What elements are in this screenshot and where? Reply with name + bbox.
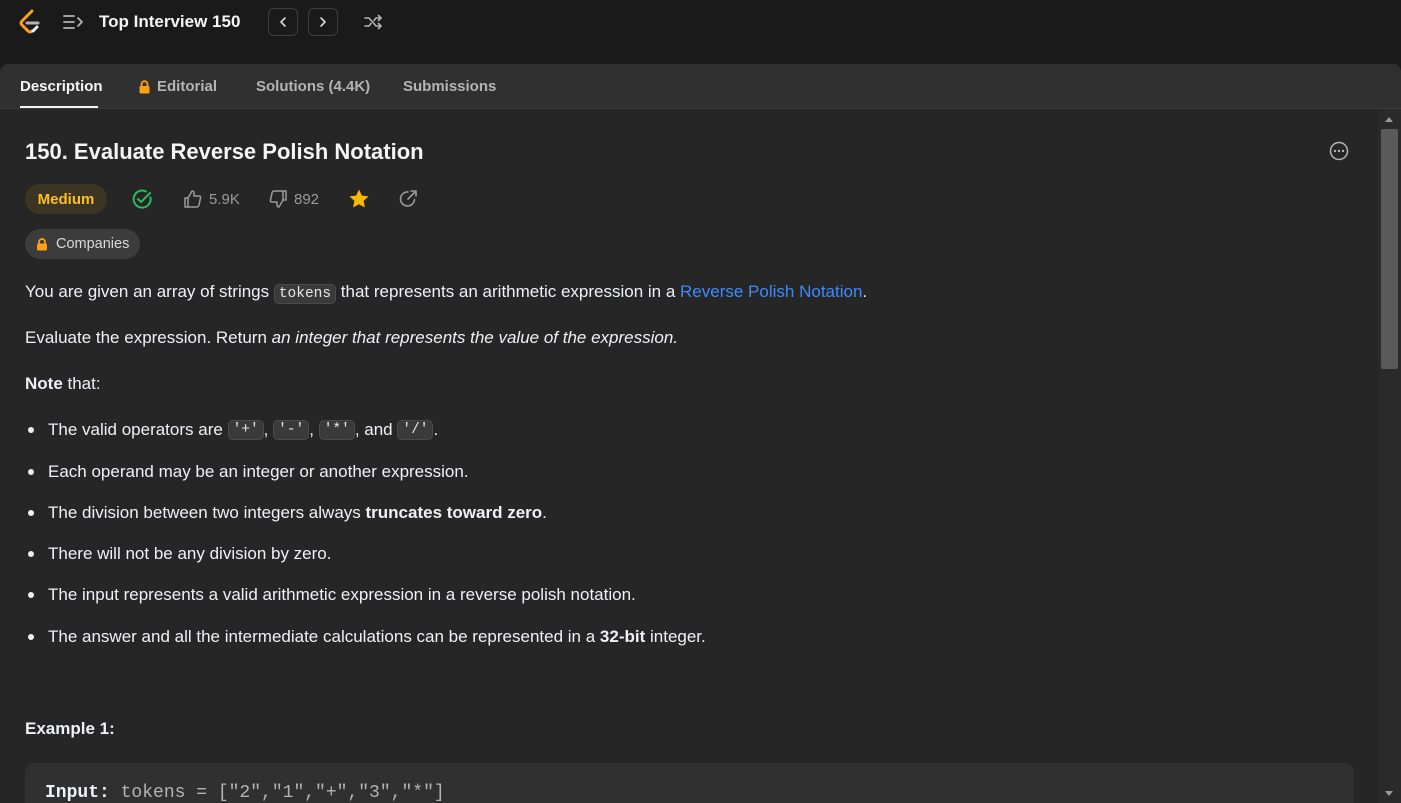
inline-code: '+' [227,420,264,440]
tab-label: Submissions [403,78,497,95]
companies-button[interactable]: Companies [25,229,141,259]
text: that: [62,374,101,393]
text: , and [354,420,393,439]
problem-title[interactable]: 150. Evaluate Reverse Polish Notation [25,139,424,165]
text: There will not be any division by zero. [48,544,332,563]
inline-code: '*' [318,420,355,440]
prev-problem-button[interactable] [268,8,298,36]
description-panel: Description Editorial Solutions (4.4K) S… [0,64,1401,803]
list-item: The input represents a valid arithmetic … [25,585,636,605]
like-button[interactable]: 5.9K [183,187,240,211]
description-paragraph-2: Evaluate the expression. Return an integ… [25,328,678,348]
difficulty-badge: Medium [25,184,107,214]
text: that represents an arithmetic expression… [336,282,681,301]
problem-list-title[interactable]: Top Interview 150 [99,12,240,32]
text: Evaluate the expression. Return [25,328,272,347]
text: The answer and all the intermediate calc… [48,627,596,646]
share-button[interactable] [398,187,418,211]
list-item: Each operand may be an integer or anothe… [25,462,469,482]
inline-code: '/' [397,420,434,440]
italic-text: an integer that represents the value of … [271,328,679,347]
text: The input represents a valid arithmetic … [48,585,636,604]
rpn-link[interactable]: Reverse Polish Notation [680,282,862,301]
lock-icon [139,79,150,93]
share-icon [399,190,417,207]
tab-submissions[interactable]: Submissions [403,78,496,95]
note-paragraph: Note that: [25,374,101,394]
scroll-down-arrow-icon[interactable] [1385,791,1393,796]
chevron-right-icon [320,17,326,27]
leetcode-logo-icon[interactable] [17,9,43,35]
dislike-button[interactable]: 892 [268,187,319,211]
lock-icon [37,237,47,250]
text: , [263,420,269,439]
tab-label: Description [20,78,103,95]
bullet-dot [28,427,34,433]
text: . [542,503,547,522]
vertical-scrollbar[interactable] [1378,109,1401,803]
bullet-dot [28,634,34,640]
thumbs-up-icon [184,190,202,208]
next-problem-button[interactable] [308,8,338,36]
thumbs-down-icon [269,190,287,208]
text: The division between two integers always [48,503,361,522]
input-value: tokens = ["2","1","+","3","*"] [109,783,445,803]
favorite-button[interactable] [348,187,370,211]
panel-tabs: Description Editorial Solutions (4.4K) S… [0,64,1401,109]
text: The valid operators are [48,420,223,439]
example-1-heading: Example 1: [25,719,115,738]
input-label: Input: [45,783,110,803]
dislike-count: 892 [294,190,320,208]
list-item: The division between two integers always… [25,503,547,523]
list-item: The answer and all the intermediate calc… [25,627,706,647]
inline-code: '-' [273,420,310,440]
example-1-block: Input: tokens = ["2","1","+","3","*"] [25,763,1354,803]
bullet-dot [28,469,34,475]
bullet-dot [28,592,34,598]
tab-solutions[interactable]: Solutions (4.4K) [256,78,370,95]
text: integer. [649,627,706,646]
scroll-up-arrow-icon[interactable] [1385,117,1393,122]
list-item: The valid operators are '+', '-', '*', a… [25,420,438,440]
bullet-dot [28,510,34,516]
list-item: There will not be any division by zero. [25,544,331,564]
inline-code: tokens [273,284,337,304]
problem-list-icon[interactable] [62,11,86,33]
text: , [309,420,314,439]
tab-label: Solutions (4.4K) [256,78,371,95]
like-count: 5.9K [209,190,240,208]
shuffle-icon[interactable] [362,11,384,33]
text: Each operand may be an integer or anothe… [48,462,469,481]
companies-label: Companies [56,236,130,252]
bold-text: Note [25,374,63,393]
active-tab-indicator [20,106,98,108]
bullet-dot [28,551,34,557]
top-bar: Top Interview 150 [0,0,1401,53]
text: . [862,282,868,301]
tab-label: Editorial [157,78,218,95]
description-paragraph-1: You are given an array of strings tokens… [25,282,868,304]
bold-text: truncates toward zero [365,503,543,522]
text: You are given an array of strings [25,282,274,301]
problem-description: 150. Evaluate Reverse Polish Notation Me… [0,109,1378,803]
more-options-icon[interactable] [1329,141,1349,161]
tab-editorial[interactable]: Editorial [138,78,217,95]
text: . [433,420,439,439]
solved-icon [131,187,153,211]
scrollbar-thumb[interactable] [1381,129,1398,369]
example-1-input: Input: tokens = ["2","1","+","3","*"] [45,783,445,803]
star-icon [349,189,369,208]
bold-text: 32-bit [599,627,646,646]
tab-description[interactable]: Description [20,78,103,95]
chevron-left-icon [280,17,286,27]
